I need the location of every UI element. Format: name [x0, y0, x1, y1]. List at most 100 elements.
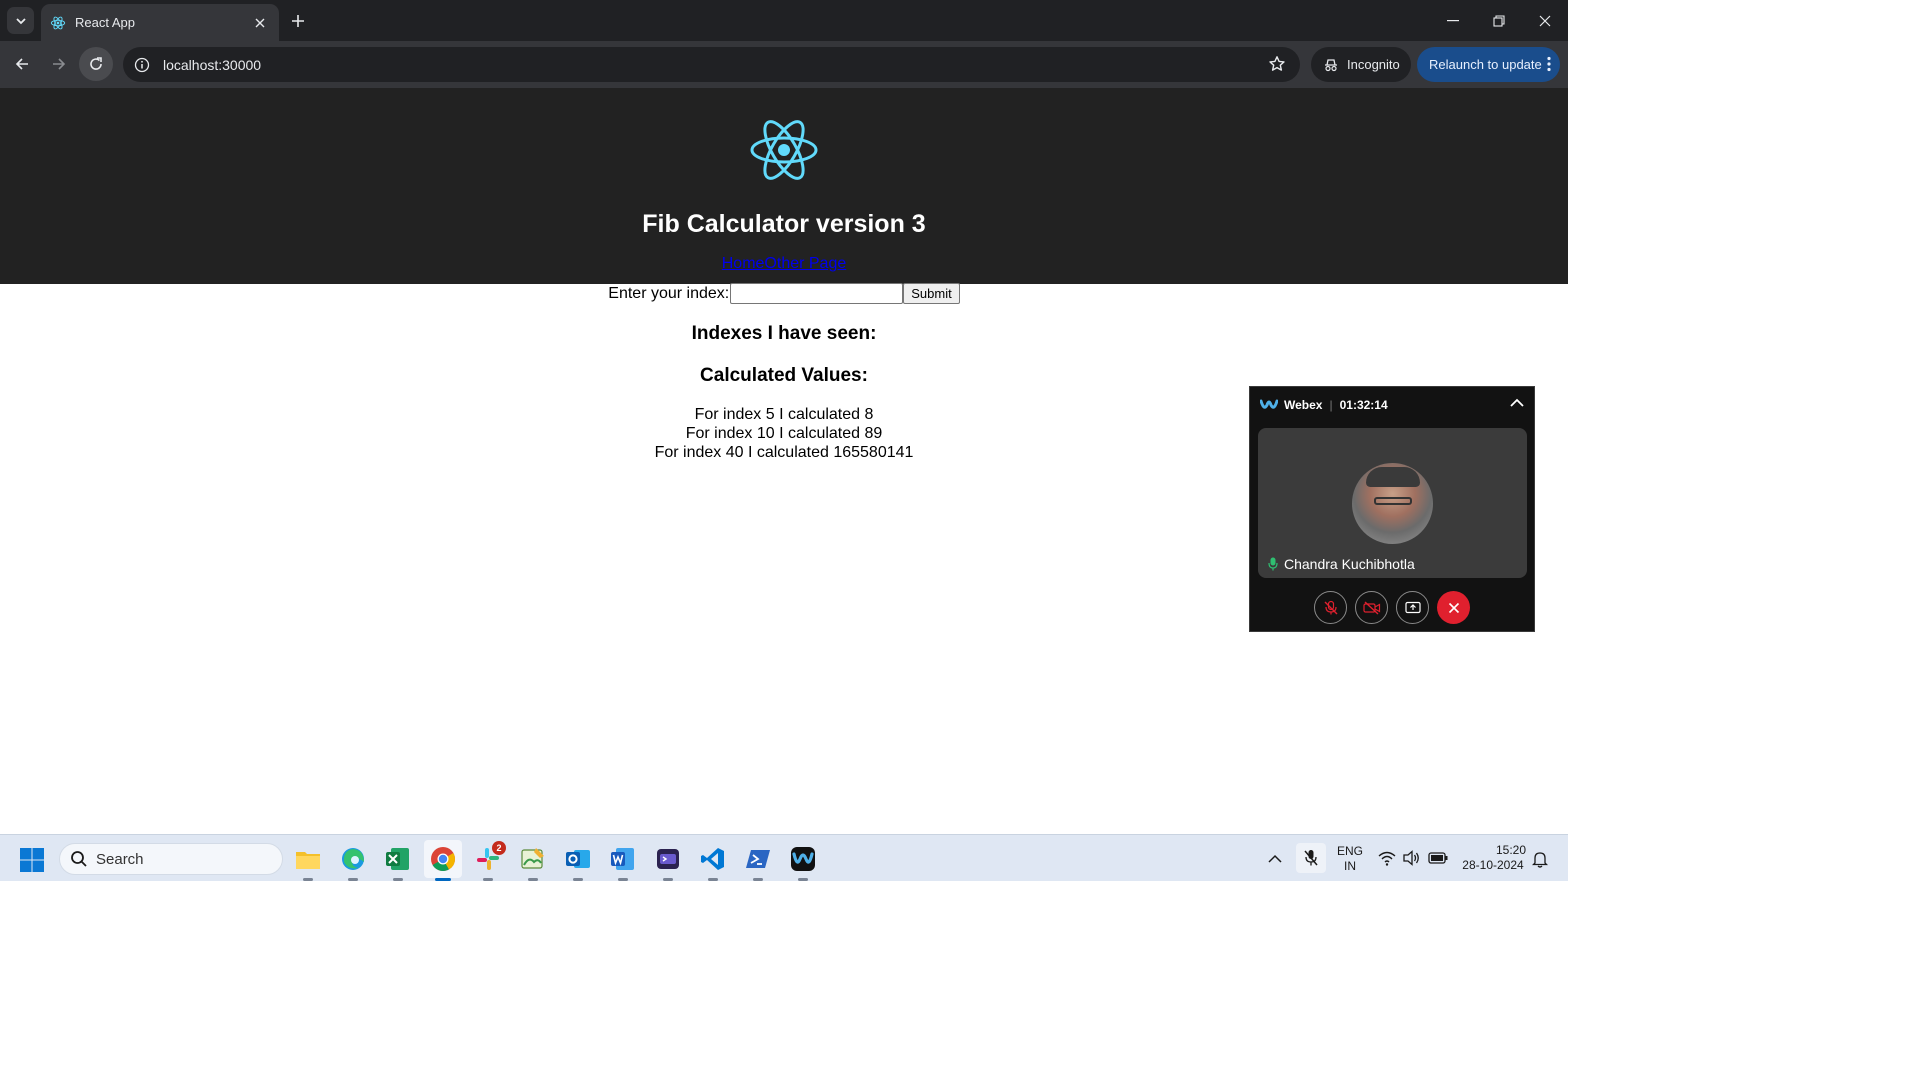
home-link[interactable]: Home: [722, 255, 765, 272]
start-button[interactable]: [19, 847, 45, 878]
submit-button[interactable]: Submit: [903, 283, 960, 304]
participant-name: Chandra Kuchibhotla: [1284, 556, 1415, 572]
vscode-icon: [701, 848, 724, 870]
close-icon: [255, 18, 265, 27]
browser-tab[interactable]: React App: [41, 4, 279, 41]
share-screen-icon: [1404, 601, 1421, 613]
volume-icon[interactable]: [1403, 850, 1421, 871]
webex-logo-icon: [791, 847, 815, 871]
forward-button[interactable]: [42, 47, 76, 81]
plus-icon: [292, 15, 304, 27]
values-heading: Calculated Values:: [700, 365, 868, 386]
chevron-up-icon[interactable]: [1268, 851, 1282, 869]
other-page-link[interactable]: Other Page: [764, 255, 846, 272]
bookmark-star-icon[interactable]: [1268, 55, 1286, 78]
relaunch-to-update-button[interactable]: Relaunch to update: [1417, 47, 1560, 82]
browser-tab-bar: React App: [0, 0, 1568, 41]
vscode-button[interactable]: [697, 843, 729, 881]
more-vert-icon[interactable]: [1547, 56, 1551, 75]
close-icon: [1539, 15, 1551, 26]
meeting-timer: 01:32:14: [1339, 398, 1388, 412]
word-button[interactable]: [607, 843, 639, 881]
mute-button[interactable]: [1314, 591, 1347, 624]
stop-video-button[interactable]: [1355, 591, 1388, 624]
notification-badge: 2: [492, 841, 506, 855]
lang-line1: ENG: [1336, 844, 1363, 858]
participant-video-tile[interactable]: Chandra Kuchibhotla: [1258, 428, 1527, 578]
video-off-icon: [1362, 600, 1380, 615]
restore-button[interactable]: [1476, 0, 1522, 41]
minimize-button[interactable]: [1430, 0, 1476, 41]
reload-button[interactable]: [79, 47, 113, 81]
address-bar[interactable]: localhost:30000: [123, 47, 1300, 82]
terminal-app-button[interactable]: [652, 843, 684, 881]
incognito-icon: [1325, 58, 1337, 71]
url-text[interactable]: localhost:30000: [163, 57, 261, 73]
search-placeholder: Search: [96, 850, 144, 868]
powershell-button[interactable]: [742, 843, 774, 881]
webex-logo-icon: [1260, 399, 1278, 409]
chevron-up-icon[interactable]: [1510, 397, 1524, 411]
index-input[interactable]: [730, 283, 904, 304]
clock[interactable]: 15:20 28-10-2024: [1458, 843, 1528, 873]
wifi-icon[interactable]: [1378, 850, 1396, 871]
edge-button[interactable]: [337, 843, 369, 881]
index-form: Enter your index: Submit: [0, 283, 1568, 304]
minimize-icon: [1447, 19, 1459, 21]
folder-icon: [296, 852, 320, 869]
index-label: Enter your index:: [608, 284, 730, 302]
participant-label: Chandra Kuchibhotla: [1268, 556, 1415, 572]
paint-button[interactable]: [517, 843, 549, 881]
react-logo-icon: [750, 120, 818, 180]
tab-title: React App: [75, 15, 135, 30]
windows-logo-icon: [20, 848, 44, 872]
page-title: Fib Calculator version 3: [642, 210, 926, 238]
chrome-icon: [431, 847, 455, 872]
chevron-down-icon: [15, 17, 26, 24]
relaunch-label: Relaunch to update: [1429, 57, 1542, 72]
new-tab-button[interactable]: [286, 9, 310, 33]
outlook-icon: [566, 850, 590, 868]
leave-meeting-button[interactable]: [1437, 591, 1470, 624]
avatar: [1352, 463, 1433, 544]
microphone-muted-icon: [1324, 600, 1337, 614]
edge-browser-icon: [342, 848, 364, 870]
webex-app-name: Webex: [1284, 398, 1323, 412]
taskbar-search[interactable]: Search: [59, 843, 283, 875]
reload-icon: [90, 57, 102, 70]
restore-icon: [1493, 14, 1505, 27]
close-icon: [1448, 602, 1459, 613]
webex-header[interactable]: Webex | 01:32:14: [1260, 395, 1526, 415]
lang-line2: IN: [1344, 859, 1356, 873]
word-icon: [611, 848, 634, 870]
tab-search-button[interactable]: [7, 7, 34, 34]
outlook-button[interactable]: [562, 843, 594, 881]
paint-icon: [521, 848, 544, 869]
excel-button[interactable]: [382, 843, 414, 881]
incognito-label: Incognito: [1347, 57, 1400, 72]
clock-time: 15:20: [1495, 843, 1526, 857]
search-icon: [71, 851, 87, 867]
incognito-indicator[interactable]: Incognito: [1311, 47, 1411, 82]
chrome-button[interactable]: [424, 840, 462, 881]
microphone-icon: [1268, 557, 1278, 571]
file-explorer-button[interactable]: [292, 843, 324, 881]
clock-date: 28-10-2024: [1462, 858, 1524, 872]
header-separator: |: [1329, 398, 1333, 412]
share-screen-button[interactable]: [1396, 591, 1429, 624]
site-info-icon[interactable]: [133, 56, 151, 74]
notification-bell-icon[interactable]: [1531, 850, 1549, 873]
microphone-muted-icon[interactable]: [1296, 843, 1326, 873]
tab-close-button[interactable]: [249, 12, 271, 34]
webex-taskbar-button[interactable]: [787, 843, 819, 881]
window-close-button[interactable]: [1522, 0, 1568, 41]
webex-meeting-window[interactable]: Webex | 01:32:14 Chandra Kuchibhotla: [1249, 386, 1535, 632]
back-button[interactable]: [5, 47, 39, 81]
arrow-left-icon: [15, 58, 28, 70]
battery-icon[interactable]: [1428, 851, 1448, 870]
language-indicator[interactable]: ENG IN: [1334, 844, 1366, 874]
excel-icon: [386, 848, 409, 870]
slack-button[interactable]: 2: [472, 841, 506, 881]
terminal-icon: [657, 849, 679, 869]
meeting-controls: [1314, 591, 1470, 624]
